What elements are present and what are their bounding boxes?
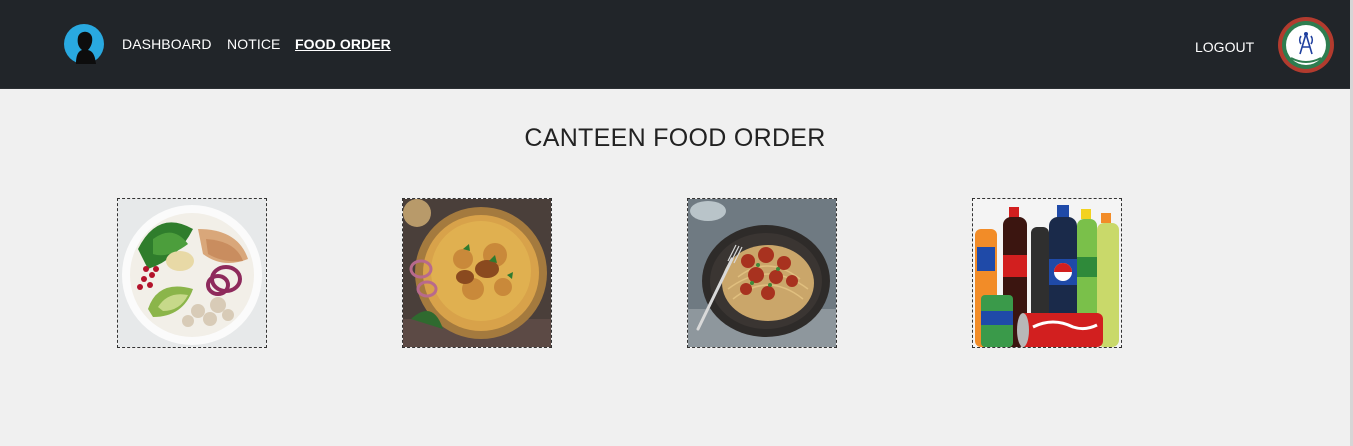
user-avatar-icon[interactable]	[64, 24, 104, 64]
soft-drinks-image	[973, 199, 1121, 347]
nav-dashboard-link[interactable]: DASHBOARD	[122, 36, 212, 52]
biryani-image	[403, 199, 551, 347]
faculty-logo-icon	[1278, 17, 1334, 73]
nav-notice-link[interactable]: NOTICE	[227, 36, 281, 52]
top-navbar: DASHBOARD NOTICE FOOD ORDER LOGOUT	[0, 0, 1350, 89]
food-item-soft-drinks[interactable]	[972, 198, 1122, 348]
logout-link[interactable]: LOGOUT	[1195, 39, 1254, 55]
nav-food-order-link[interactable]: FOOD ORDER	[295, 36, 391, 52]
food-item-biryani[interactable]	[402, 198, 552, 348]
salad-bowl-image	[118, 199, 266, 347]
spaghetti-image	[688, 199, 836, 347]
food-item-salad[interactable]	[117, 198, 267, 348]
page-title: CANTEEN FOOD ORDER	[524, 124, 826, 152]
food-item-spaghetti[interactable]	[687, 198, 837, 348]
